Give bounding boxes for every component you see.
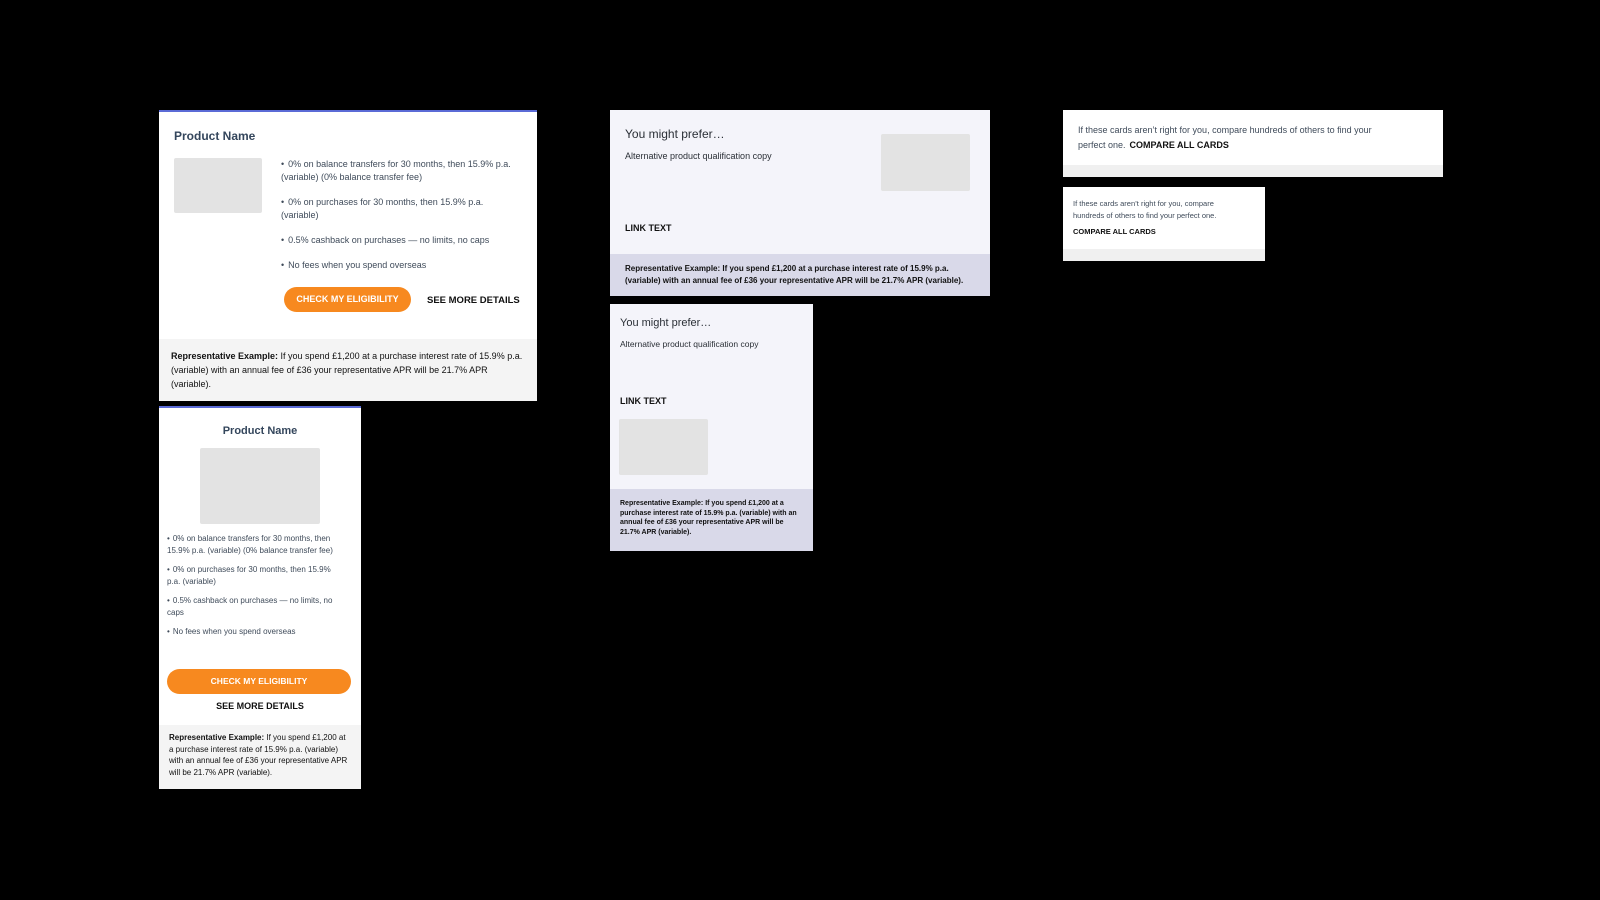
- product-title: Product Name: [222, 425, 298, 437]
- product-card-small: Product Name 0% on balance transfers for…: [159, 406, 361, 789]
- compare-all-cards-link[interactable]: COMPARE ALL CARDS: [1073, 226, 1228, 238]
- compare-banner-wide: If these cards aren’t right for you, com…: [1063, 110, 1443, 177]
- alt-image-placeholder: [619, 419, 708, 475]
- alt-heading: You might prefer…: [620, 317, 712, 329]
- compare-banner-narrow: If these cards aren’t right for you, com…: [1063, 187, 1265, 261]
- compare-all-cards-link[interactable]: COMPARE ALL CARDS: [1130, 140, 1229, 150]
- representative-example: Representative Example: If you spend £1,…: [159, 725, 361, 789]
- alt-representative-example: Representative Example: If you spend £1,…: [610, 489, 813, 551]
- alternative-product-wide: You might prefer… Alternative product qu…: [610, 110, 990, 296]
- alt-copy: Alternative product qualification copy: [620, 339, 759, 349]
- alternative-product-narrow: You might prefer… Alternative product qu…: [610, 304, 813, 551]
- banner-footer-strip: [1063, 165, 1443, 177]
- product-title: Product Name: [174, 129, 256, 143]
- alt-copy: Alternative product qualification copy: [625, 151, 772, 161]
- feature-item: No fees when you spend overseas: [281, 259, 521, 272]
- compare-text-block: If these cards aren’t right for you, com…: [1063, 187, 1238, 238]
- feature-item: 0% on purchases for 30 months, then 15.9…: [281, 196, 521, 222]
- product-image-placeholder: [200, 448, 320, 524]
- alt-image-placeholder: [881, 134, 970, 191]
- feature-item: No fees when you spend overseas: [167, 626, 339, 638]
- compare-text: If these cards aren’t right for you, com…: [1073, 199, 1217, 220]
- feature-item: 0% on purchases for 30 months, then 15.9…: [167, 564, 339, 588]
- alt-representative-example: Representative Example: If you spend £1,…: [610, 254, 990, 296]
- alt-link[interactable]: LINK TEXT: [620, 396, 667, 406]
- feature-list: 0% on balance transfers for 30 months, t…: [167, 533, 339, 645]
- rep-example-label: Representative Example:: [169, 733, 265, 742]
- representative-example: Representative Example: If you spend £1,…: [159, 339, 537, 401]
- banner-footer-strip: [1063, 249, 1265, 261]
- see-more-details-link[interactable]: SEE MORE DETAILS: [159, 701, 361, 711]
- alt-link[interactable]: LINK TEXT: [625, 223, 672, 233]
- see-more-details-link[interactable]: SEE MORE DETAILS: [427, 295, 520, 306]
- feature-item: 0.5% cashback on purchases — no limits, …: [281, 234, 521, 247]
- compare-text-block: If these cards aren’t right for you, com…: [1063, 110, 1403, 166]
- feature-item: 0.5% cashback on purchases — no limits, …: [167, 595, 339, 619]
- rep-example-label: Representative Example:: [171, 351, 279, 361]
- product-image-placeholder: [174, 158, 262, 213]
- product-card-large: Product Name 0% on balance transfers for…: [159, 110, 537, 401]
- check-eligibility-button[interactable]: CHECK MY ELIGIBILITY: [284, 287, 411, 312]
- feature-list: 0% on balance transfers for 30 months, t…: [281, 158, 521, 284]
- alt-heading: You might prefer…: [625, 127, 725, 141]
- feature-item: 0% on balance transfers for 30 months, t…: [167, 533, 339, 557]
- check-eligibility-button[interactable]: CHECK MY ELIGIBILITY: [167, 669, 351, 694]
- feature-item: 0% on balance transfers for 30 months, t…: [281, 158, 521, 184]
